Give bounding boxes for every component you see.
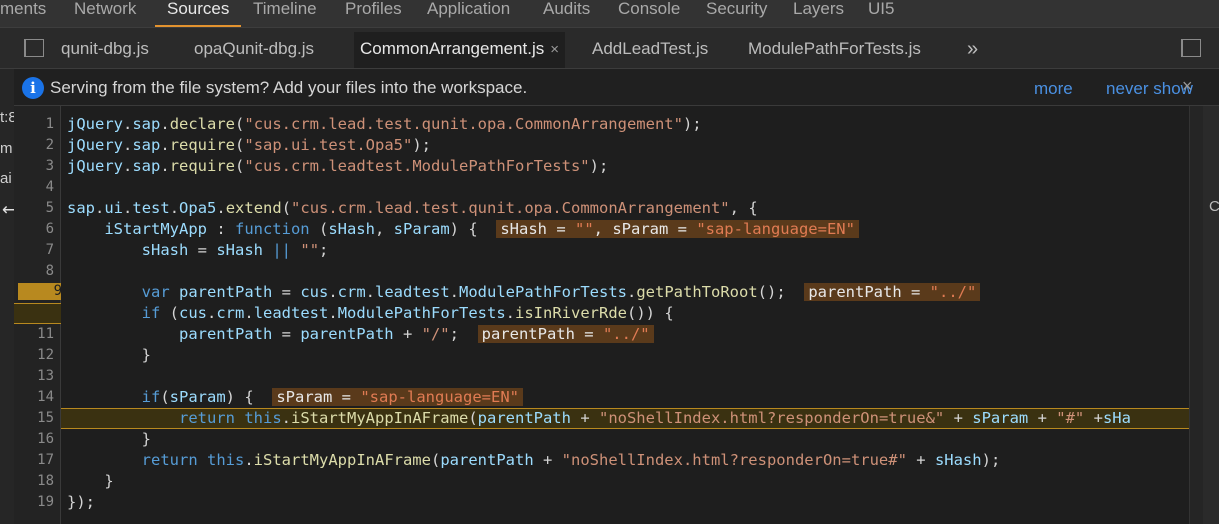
- code-line: if (cus.crm.leadtest.ModulePathForTests.…: [141, 304, 674, 322]
- inline-value-text: "../": [929, 283, 977, 301]
- tab-console[interactable]: Console: [618, 0, 680, 27]
- tab-network[interactable]: Network: [74, 0, 136, 27]
- toggle-debugger-icon[interactable]: [1181, 39, 1201, 57]
- devtools-main-tabs: ments Network Sources Timeline Profiles …: [0, 0, 1219, 28]
- inline-value-text: parentPath =: [808, 283, 930, 301]
- toggle-navigator-icon[interactable]: [24, 39, 44, 57]
- line-number[interactable]: 2: [14, 135, 54, 156]
- file-tab[interactable]: AddLeadTest.js: [592, 38, 708, 68]
- line-number[interactable]: 16: [14, 429, 54, 450]
- file-tab[interactable]: opaQunit-dbg.js: [194, 38, 314, 68]
- editor-scrollbar[interactable]: [1189, 106, 1204, 524]
- file-tab[interactable]: qunit-dbg.js: [61, 38, 149, 68]
- info-icon: i: [22, 77, 44, 99]
- line-number[interactable]: 12: [14, 345, 54, 366]
- code-editor[interactable]: jQuery.sap.declare("cus.crm.lead.test.qu…: [61, 106, 1189, 524]
- line-number[interactable]: 7: [14, 240, 54, 261]
- inline-value-text: "sap-language=EN": [360, 388, 519, 406]
- navigator-fragment: ai: [0, 170, 12, 187]
- execution-line-gutter-highlight: [14, 303, 61, 324]
- code-line: sHash = sHash || "";: [141, 241, 329, 259]
- inline-value-text: sParam =: [276, 388, 361, 406]
- code-line-current: return this.iStartMyAppInAFrame(parentPa…: [178, 409, 1131, 427]
- line-number[interactable]: 14: [14, 387, 54, 408]
- navigator-fragment: m: [0, 140, 13, 157]
- code-line: parentPath = parentPath + "/"; parentPat…: [67, 324, 654, 345]
- code-line: }: [67, 346, 151, 364]
- navigator-pane: t:8 m ai: [0, 69, 14, 524]
- tab-security[interactable]: Security: [706, 0, 767, 27]
- navigator-fragment: t:8: [0, 109, 14, 126]
- debugger-pane: C: [1203, 106, 1219, 524]
- line-number[interactable]: 1: [14, 114, 54, 135]
- inline-value-text: , sParam =: [593, 220, 697, 238]
- tab-elements[interactable]: ments: [0, 0, 46, 27]
- inline-value: sHash = "", sParam = "sap-language=EN": [496, 220, 859, 238]
- tab-timeline[interactable]: Timeline: [253, 0, 317, 27]
- code-line: var parentPath = cus.crm.leadtest.Module…: [67, 282, 981, 303]
- file-tab[interactable]: ModulePathForTests.js: [748, 38, 921, 68]
- line-number[interactable]: 18: [14, 471, 54, 492]
- line-number[interactable]: 11: [14, 324, 54, 345]
- inline-value: parentPath = "../": [804, 283, 981, 301]
- line-number[interactable]: 19: [14, 492, 54, 513]
- tab-audits[interactable]: Audits: [543, 0, 590, 27]
- code-line: return this.iStartMyAppInAFrame(parentPa…: [141, 451, 1001, 469]
- inline-value-text: sHash =: [500, 220, 575, 238]
- code-line: sap.ui.test.Opa5.extend("cus.crm.lead.te…: [67, 199, 758, 217]
- code-line: iStartMyApp : function (sHash, sParam) {…: [67, 219, 859, 240]
- line-number[interactable]: 15: [14, 408, 54, 429]
- line-number[interactable]: 13: [14, 366, 54, 387]
- code-line: jQuery.sap.require("sap.ui.test.Opa5");: [67, 136, 432, 154]
- line-number[interactable]: 5: [14, 198, 54, 219]
- tab-application[interactable]: Application: [427, 0, 510, 27]
- workspace-infobar: i Serving from the file system? Add your…: [14, 69, 1219, 106]
- code-line: }: [67, 430, 151, 448]
- inline-value: sParam = "sap-language=EN": [272, 388, 523, 406]
- code-line: }: [67, 472, 114, 490]
- tab-profiles[interactable]: Profiles: [345, 0, 402, 27]
- code-line: jQuery.sap.declare("cus.crm.lead.test.qu…: [67, 115, 702, 133]
- infobar-message: Serving from the file system? Add your f…: [50, 78, 528, 97]
- inline-value-text: parentPath =: [481, 325, 603, 343]
- inline-value-text: "../": [602, 325, 650, 343]
- debugger-fragment: C: [1209, 198, 1219, 215]
- more-tabs-icon[interactable]: »: [967, 38, 978, 68]
- line-number[interactable]: 3: [14, 156, 54, 177]
- close-tab-icon[interactable]: ×: [550, 41, 559, 58]
- inline-value: parentPath = "../": [477, 325, 654, 343]
- inline-value-text: "sap-language=EN": [696, 220, 855, 238]
- inline-value-text: "": [574, 220, 594, 238]
- editor-file-tabs: qunit-dbg.js opaQunit-dbg.js CommonArran…: [0, 28, 1219, 69]
- more-link[interactable]: more: [1034, 79, 1073, 99]
- tab-ui5[interactable]: UI5: [868, 0, 894, 27]
- code-line: });: [67, 493, 95, 511]
- file-tab-active[interactable]: CommonArrangement.js ×: [354, 32, 566, 68]
- tab-layers[interactable]: Layers: [793, 0, 844, 27]
- tab-sources[interactable]: Sources: [155, 0, 242, 27]
- line-number[interactable]: 4: [14, 177, 54, 198]
- line-number[interactable]: 6: [14, 219, 54, 240]
- code-line: if(sParam) { sParam = "sap-language=EN": [67, 387, 523, 408]
- line-number[interactable]: 8: [14, 261, 54, 282]
- close-infobar-icon[interactable]: ×: [1182, 76, 1193, 97]
- line-number[interactable]: 17: [14, 450, 54, 471]
- never-show-link[interactable]: never show: [1106, 79, 1193, 99]
- file-tab-label: CommonArrangement.js: [360, 39, 545, 58]
- code-line: jQuery.sap.require("cus.crm.leadtest.Mod…: [67, 157, 609, 175]
